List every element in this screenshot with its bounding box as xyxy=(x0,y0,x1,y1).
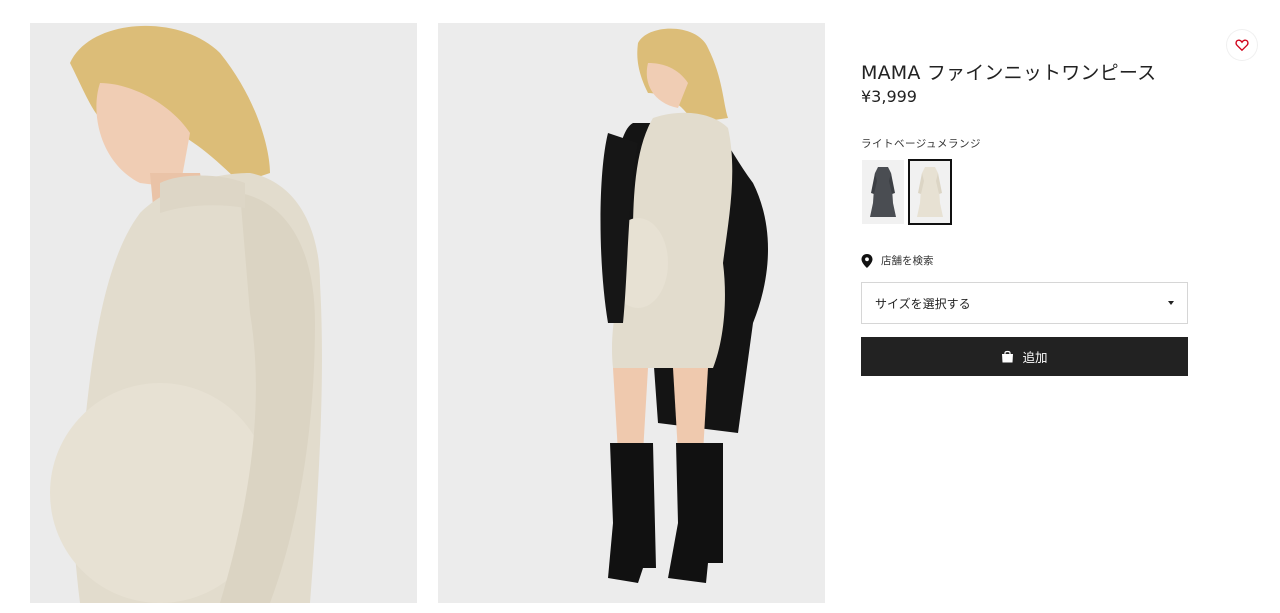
shopping-bag-icon xyxy=(1002,350,1014,363)
find-in-store-label: 店舗を検索 xyxy=(881,255,934,267)
add-to-bag-button[interactable]: 追加 xyxy=(861,337,1188,376)
model-closeup-image xyxy=(30,23,417,603)
product-photo-fullbody[interactable] xyxy=(438,23,825,603)
selected-color-name: ライトベージュメランジ xyxy=(861,138,982,150)
heart-icon xyxy=(1235,39,1249,52)
wishlist-button[interactable] xyxy=(1227,30,1257,60)
model-fullbody-image xyxy=(438,23,825,603)
swatch-dark-grey[interactable] xyxy=(861,159,905,225)
find-in-store-link[interactable]: 店舗を検索 xyxy=(861,253,1188,268)
caret-down-icon xyxy=(1168,301,1174,305)
location-pin-icon xyxy=(861,253,873,268)
product-info: MAMA ファインニットワンピース ¥3,999 ライトベージュメランジ 店舗を… xyxy=(861,60,1188,376)
size-select-placeholder: サイズを選択する xyxy=(875,296,971,311)
product-title: MAMA ファインニットワンピース xyxy=(861,62,1157,84)
color-swatches xyxy=(861,159,1188,225)
product-price: ¥3,999 xyxy=(861,87,917,106)
swatch-light-beige-melange[interactable] xyxy=(908,159,952,225)
add-to-bag-label: 追加 xyxy=(1022,351,1048,365)
dress-thumbnail-icon xyxy=(917,167,943,217)
product-photo-closeup[interactable] xyxy=(30,23,417,603)
size-select[interactable]: サイズを選択する xyxy=(861,282,1188,324)
dress-thumbnail-icon xyxy=(870,167,896,217)
